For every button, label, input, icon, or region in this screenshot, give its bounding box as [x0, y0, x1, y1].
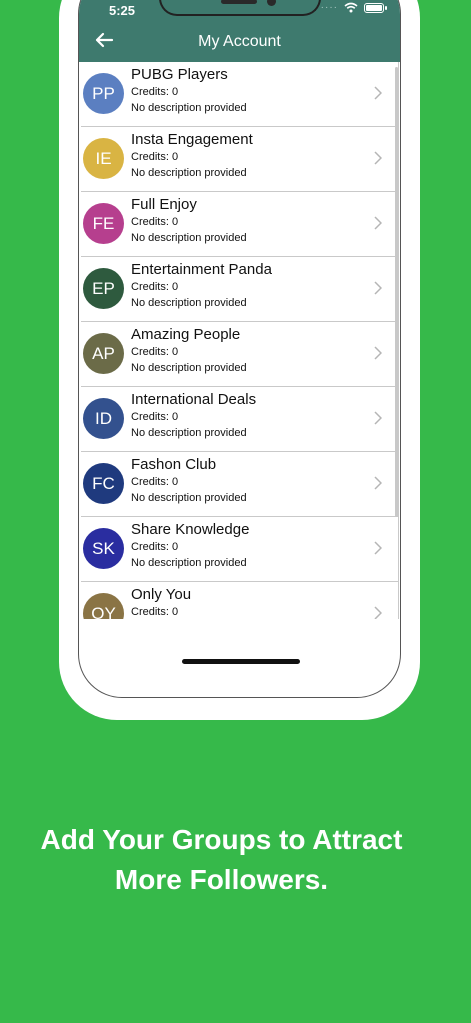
list-item[interactable]: FC Fashon Club Credits: 0 No description pr… — [81, 452, 399, 517]
group-credits: Credits: 0 — [131, 151, 179, 163]
list-item[interactable]: SK Share Knowledge Credits: 0 No descriptio… — [81, 517, 399, 582]
avatar: FE — [83, 203, 124, 244]
chevron-right-icon — [374, 216, 382, 230]
list-item[interactable]: AP Amazing People Credits: 0 No description… — [81, 322, 399, 387]
list-item[interactable]: EP Entertainment Panda Credits: 0 No descri… — [81, 257, 399, 322]
chevron-right-icon — [374, 151, 382, 165]
chevron-right-icon — [374, 411, 382, 425]
group-credits: Credits: 0 — [131, 541, 179, 553]
group-credits: Credits: 0 — [131, 216, 179, 228]
chevron-right-icon — [374, 476, 382, 490]
group-credits: Credits: 0 — [131, 606, 179, 618]
group-title: Full Enjoy — [131, 196, 197, 213]
page-title: My Account — [198, 33, 281, 50]
avatar: AP — [83, 333, 124, 374]
home-indicator[interactable] — [182, 659, 300, 664]
chevron-right-icon — [374, 86, 382, 100]
group-credits: Credits: 0 — [131, 411, 179, 423]
avatar: PP — [83, 73, 124, 114]
status-icons: ···· — [320, 2, 387, 13]
scrollbar[interactable] — [395, 67, 398, 517]
phone-notch — [159, 0, 321, 16]
group-title: Insta Engagement — [131, 131, 253, 148]
group-credits: Credits: 0 — [131, 86, 179, 98]
group-title: Only You — [131, 586, 192, 603]
group-title: Fashon Club — [131, 456, 217, 473]
caption-line-2: More Followers. — [114, 864, 329, 895]
group-title: PUBG Players — [131, 66, 228, 83]
group-description: No description provided — [131, 362, 247, 374]
caption-line-1: Add Your Groups to Attract — [40, 824, 403, 855]
group-description: No description provided — [131, 167, 247, 179]
group-credits: Credits: 0 — [131, 281, 179, 293]
avatar: ID — [83, 398, 124, 439]
list-item[interactable]: OY Only You Credits: 0 — [81, 582, 399, 619]
list-item[interactable]: FE Full Enjoy Credits: 0 No description pro… — [81, 192, 399, 257]
group-title: Share Knowledge — [131, 521, 250, 538]
chevron-right-icon — [374, 541, 382, 555]
group-description: No description provided — [131, 232, 247, 244]
battery-icon — [364, 2, 387, 13]
avatar: EP — [83, 268, 124, 309]
group-credits: Credits: 0 — [131, 476, 179, 488]
list-item[interactable]: IE Insta Engagement Credits: 0 No descripti… — [81, 127, 399, 192]
chevron-right-icon — [374, 606, 382, 619]
wifi-icon — [344, 2, 358, 13]
group-credits: Credits: 0 — [131, 346, 179, 358]
status-time: 5:25 — [109, 3, 136, 18]
list-item[interactable]: PP PUBG Players Credits: 0 No description p… — [81, 62, 399, 127]
list-item[interactable]: ID International Deals Credits: 0 No descri… — [81, 387, 399, 452]
group-description: No description provided — [131, 427, 247, 439]
promo-caption: Add Your Groups to Attract More Follower… — [0, 820, 443, 900]
group-title: Entertainment Panda — [131, 261, 272, 278]
chevron-right-icon — [374, 346, 382, 360]
avatar: FC — [83, 463, 124, 504]
group-title: Amazing People — [131, 326, 241, 343]
group-description: No description provided — [131, 557, 247, 569]
avatar: OY — [83, 593, 124, 619]
group-description: No description provided — [131, 297, 247, 309]
group-description: No description provided — [131, 102, 247, 114]
group-title: International Deals — [131, 391, 257, 408]
signal-icon: ···· — [320, 2, 338, 13]
avatar: IE — [83, 138, 124, 179]
chevron-right-icon — [374, 281, 382, 295]
group-description: No description provided — [131, 492, 247, 504]
phone-screen: 5:25 ···· My Account PP PUBG Players Credi… — [78, 0, 401, 698]
avatar: SK — [83, 528, 124, 569]
group-list[interactable]: PP PUBG Players Credits: 0 No description p… — [81, 62, 399, 619]
